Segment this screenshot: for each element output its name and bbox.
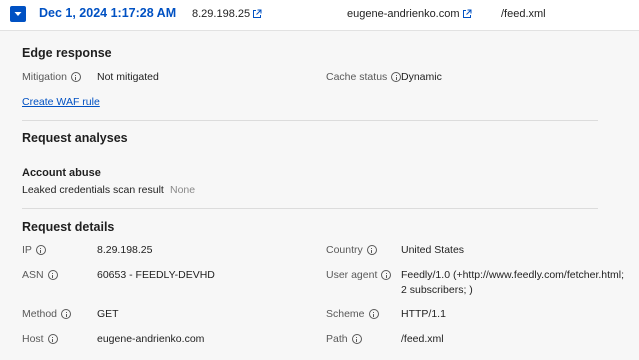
method-value: GET [97,308,119,320]
method-label-text: Method [22,308,58,320]
section-divider [22,208,598,209]
event-timestamp: Dec 1, 2024 1:17:28 AM [39,6,177,20]
collapse-button[interactable] [10,6,26,22]
country-label-text: Country [326,244,363,256]
info-icon[interactable] [391,72,402,82]
path-value: /feed.xml [401,333,444,345]
info-icon[interactable] [368,309,379,319]
user-agent-value: Feedly/1.0 (+http://www.feedly.com/fetch… [401,269,625,296]
scheme-value: HTTP/1.1 [401,308,446,320]
event-details-panel: Edge response Mitigation Not mitigated C… [0,30,639,360]
asn-value: 60653 - FEEDLY-DEVHD [97,269,215,281]
scheme-label: Scheme [326,308,379,320]
country-label: Country [326,244,377,256]
info-icon[interactable] [366,245,377,255]
host-value: eugene-andrienko.com [97,333,205,345]
asn-label-text: ASN [22,269,44,281]
info-icon[interactable] [47,334,58,344]
ip-label-text: IP [22,244,32,256]
request-analyses-title: Request analyses [22,131,128,145]
host-label: Host [22,333,58,345]
create-waf-rule-link[interactable]: Create WAF rule [22,96,100,108]
path-label: Path [326,333,362,345]
user-agent-label-text: User agent [326,269,378,281]
cache-status-label: Cache status [326,71,402,83]
method-label: Method [22,308,72,320]
external-link-icon[interactable] [252,9,262,19]
info-icon[interactable] [61,309,72,319]
mitigation-label: Mitigation [22,71,81,83]
leaked-credentials-value: None [170,184,196,196]
header-ip-link[interactable]: 8.29.198.25 [192,8,262,20]
cache-status-value: Dynamic [401,71,442,83]
header-host-text: eugene-andrienko.com [347,8,460,20]
chevron-down-icon [14,12,22,16]
info-icon[interactable] [381,270,392,280]
header-ip-text: 8.29.198.25 [192,8,251,20]
info-icon[interactable] [351,334,362,344]
account-abuse-title: Account abuse [22,167,101,179]
user-agent-label: User agent [326,269,392,281]
asn-label: ASN [22,269,58,281]
info-icon[interactable] [35,245,46,255]
header-path: /feed.xml [501,8,546,20]
info-icon[interactable] [70,72,81,82]
mitigation-value: Not mitigated [97,71,159,83]
path-label-text: Path [326,333,348,345]
event-row-header[interactable]: Dec 1, 2024 1:17:28 AM 8.29.198.25 eugen… [0,0,639,30]
request-details-title: Request details [22,220,115,234]
cache-status-label-text: Cache status [326,71,388,83]
section-divider [22,120,598,121]
host-label-text: Host [22,333,44,345]
ip-label: IP [22,244,46,256]
external-link-icon[interactable] [462,9,472,19]
scheme-label-text: Scheme [326,308,365,320]
mitigation-label-text: Mitigation [22,71,67,83]
leaked-credentials-label: Leaked credentials scan result [22,184,164,196]
header-host-link[interactable]: eugene-andrienko.com [347,8,472,20]
edge-response-title: Edge response [22,46,112,60]
ip-value: 8.29.198.25 [97,244,153,256]
info-icon[interactable] [47,270,58,280]
country-value: United States [401,244,465,256]
